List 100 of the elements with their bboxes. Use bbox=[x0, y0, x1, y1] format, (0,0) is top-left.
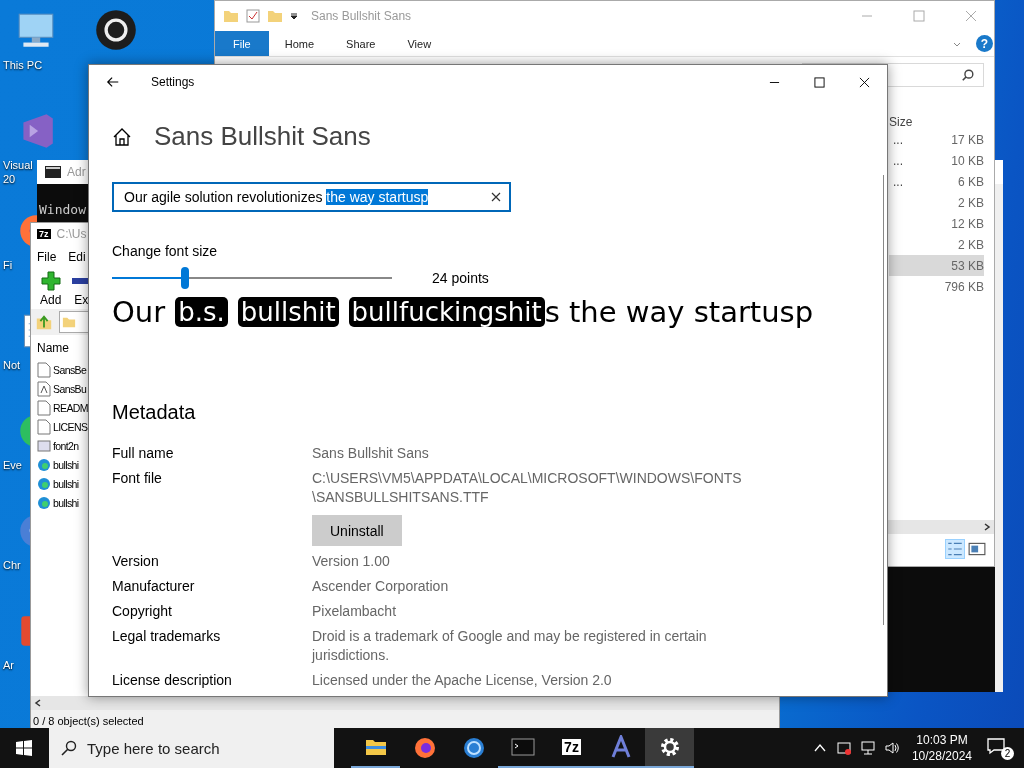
file-name[interactable]: bullshi bbox=[53, 458, 79, 471]
file-icon bbox=[37, 380, 51, 397]
metadata-value: Licensed under the Apache License, Version 2.0 bbox=[312, 671, 612, 690]
close-icon[interactable] bbox=[859, 76, 870, 88]
file-name[interactable]: SansBe bbox=[53, 363, 87, 376]
notification-button[interactable]: 2 bbox=[986, 736, 1014, 760]
taskbar-app-button[interactable] bbox=[645, 728, 694, 768]
metadata-value: C:\USERS\VM5\APPDATA\LOCAL\MICROSOFT\WINDOWS\FONTS \SANSBULLSHITSANS.TTF bbox=[312, 469, 742, 507]
file-row[interactable]: 53 KB bbox=[889, 255, 984, 276]
details-view-icon[interactable] bbox=[946, 540, 964, 558]
notification-count: 2 bbox=[1001, 747, 1014, 760]
security-icon[interactable] bbox=[835, 740, 852, 756]
file-icon bbox=[37, 361, 51, 378]
page-heading: Sans Bullshit Sans bbox=[154, 121, 371, 152]
metadata-label: Full name bbox=[112, 444, 175, 463]
clock[interactable]: 10:03 PM 10/28/2024 bbox=[911, 732, 972, 764]
file-row[interactable]: 796 KB bbox=[889, 276, 984, 297]
message-icon bbox=[986, 736, 1006, 756]
file-icon bbox=[37, 418, 51, 435]
terminal-icon bbox=[45, 166, 61, 178]
help-button[interactable]: ? bbox=[976, 35, 993, 52]
column-header[interactable]: Size bbox=[889, 115, 913, 129]
window-title: Settings bbox=[151, 75, 195, 89]
metadata-value: Droid is a trademark of Google and may be registered in certain jurisdictions. bbox=[312, 627, 707, 665]
metadata-label: Version bbox=[112, 552, 160, 571]
metadata-label: Font file bbox=[112, 469, 163, 488]
browser-icon bbox=[461, 736, 486, 760]
search-icon bbox=[61, 740, 77, 756]
metadata-value: Ascender Corporation bbox=[312, 577, 449, 596]
metadata-value: Version 1.00 bbox=[312, 552, 390, 571]
metadata-label: License description bbox=[112, 671, 233, 690]
file-row[interactable]: 2 KB bbox=[889, 192, 984, 213]
volume-icon[interactable] bbox=[883, 740, 900, 756]
file-icon bbox=[37, 399, 51, 416]
taskbar-app-button[interactable]: 7z bbox=[547, 728, 596, 768]
metadata-value: Sans Bullshit Sans bbox=[312, 444, 429, 463]
file-name[interactable]: READM bbox=[53, 401, 88, 414]
ribbon-tab[interactable]: Share bbox=[330, 31, 392, 56]
preview-view-icon[interactable] bbox=[968, 540, 986, 558]
file-icon bbox=[37, 437, 51, 454]
slider-label: Change font size bbox=[112, 243, 218, 259]
desktop-icon-label[interactable]: Fi bbox=[3, 258, 13, 272]
network-icon[interactable] bbox=[859, 740, 876, 756]
back-arrow-icon[interactable] bbox=[106, 75, 120, 89]
window-title: Adr bbox=[67, 165, 86, 179]
desktop-icon-label[interactable]: Visual bbox=[3, 158, 33, 172]
plus-icon bbox=[40, 271, 61, 291]
maximize-icon[interactable] bbox=[814, 76, 825, 88]
window-title: Sans Bullshit Sans bbox=[311, 9, 412, 23]
ribbon-tab[interactable]: File bbox=[215, 31, 269, 56]
search-icon bbox=[961, 68, 975, 82]
slider-value: 24 points bbox=[432, 270, 489, 286]
metadata-label: Manufacturer bbox=[112, 577, 196, 596]
desktop-icon-label[interactable]: Chr bbox=[3, 558, 21, 572]
app-logo: 7z bbox=[37, 229, 51, 239]
search-field[interactable]: Type here to search bbox=[49, 728, 334, 768]
up-folder-icon[interactable] bbox=[35, 313, 53, 331]
clear-icon[interactable] bbox=[491, 192, 501, 202]
browser-icon bbox=[412, 736, 437, 760]
file-row[interactable]: 2 KB bbox=[889, 234, 984, 255]
file-icon bbox=[37, 494, 51, 511]
app-icon[interactable] bbox=[94, 8, 138, 52]
file-name[interactable]: LICENS bbox=[53, 420, 88, 433]
status-text: 0 / 8 object(s) selected bbox=[33, 715, 144, 727]
section-heading: Metadata bbox=[112, 401, 196, 424]
desktop-icon-label[interactable]: 20 bbox=[3, 172, 16, 186]
desktop-icon-label[interactable]: Not bbox=[3, 358, 21, 372]
ribbon-tab[interactable]: View bbox=[391, 31, 448, 56]
folder-icon bbox=[62, 315, 76, 329]
terminal-icon bbox=[510, 735, 535, 759]
file-row[interactable]: ... 17 KB bbox=[889, 129, 984, 150]
window-title: C:\Us bbox=[56, 227, 87, 241]
file-name[interactable]: SansBu bbox=[53, 382, 87, 395]
console-text: Window bbox=[39, 202, 86, 217]
menu-item[interactable]: File bbox=[37, 250, 57, 264]
file-icon bbox=[37, 475, 51, 492]
uninstall-button[interactable]: Uninstall bbox=[312, 515, 402, 546]
desktop-icon-label[interactable]: Ar bbox=[3, 658, 14, 672]
file-name[interactable]: bullshi bbox=[53, 477, 79, 490]
toolbar-button[interactable]: Add bbox=[35, 271, 67, 307]
home-icon[interactable] bbox=[112, 126, 132, 147]
ribbon-tab[interactable]: Home bbox=[268, 31, 331, 56]
scrollbar[interactable] bbox=[995, 184, 1003, 692]
metadata-label: Legal trademarks bbox=[112, 627, 222, 646]
file-name[interactable]: font2n bbox=[53, 439, 79, 452]
file-icon bbox=[37, 456, 51, 473]
file-row[interactable]: ... 10 KB bbox=[889, 150, 984, 171]
metadata-label: Copyright bbox=[112, 602, 173, 621]
desktop-icon-label[interactable]: This PC bbox=[3, 58, 43, 72]
windows-logo-icon[interactable] bbox=[16, 740, 32, 756]
font-preview: Our b.s. bullshit bullfuckingshits the way startusp bbox=[112, 295, 814, 329]
file-row[interactable]: 12 KB bbox=[889, 213, 984, 234]
checkbox-icon[interactable] bbox=[245, 8, 261, 24]
metadata-value: Pixelambacht bbox=[312, 602, 397, 621]
dropdown-icon[interactable] bbox=[289, 11, 299, 21]
menu-item[interactable]: Edi bbox=[68, 250, 86, 264]
file-name[interactable]: bullshi bbox=[53, 496, 79, 509]
file-row[interactable]: ... 6 KB bbox=[889, 171, 984, 192]
desktop-icon-label[interactable]: Eve bbox=[3, 458, 22, 472]
sample-text-field[interactable]: Our agile solution revolutionizes the way startusp bbox=[112, 182, 511, 212]
